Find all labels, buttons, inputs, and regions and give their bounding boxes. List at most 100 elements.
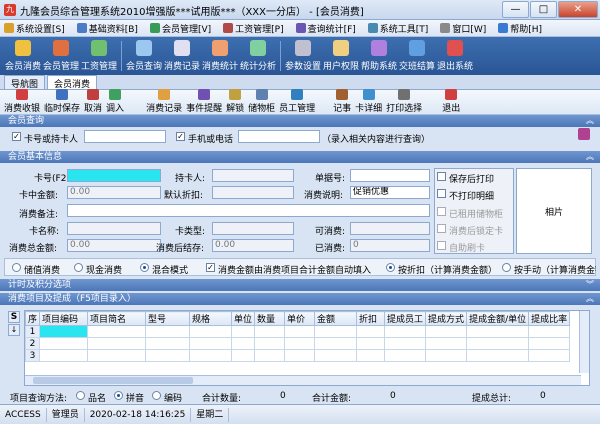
grid-column-header[interactable]: 规格 — [189, 311, 233, 326]
grid-cell[interactable] — [231, 325, 256, 338]
grid-cell[interactable] — [528, 349, 571, 362]
grid-cell[interactable] — [314, 325, 358, 338]
no-print-detail-checkbox[interactable] — [437, 189, 446, 198]
used-input[interactable]: 0 — [350, 239, 430, 252]
print-after-save-checkbox[interactable] — [437, 172, 446, 181]
close-button[interactable]: ✕ — [558, 1, 598, 18]
grid-column-header[interactable]: 型号 — [145, 311, 191, 326]
grid-cell[interactable] — [314, 337, 358, 350]
menu-item-3[interactable]: 工资管理[P] — [223, 22, 284, 35]
grid-cell[interactable] — [284, 325, 316, 338]
grid-cell[interactable] — [528, 337, 571, 350]
grid-cell[interactable] — [384, 349, 427, 362]
menu-item-4[interactable]: 查询统计[F] — [295, 22, 356, 35]
mixed-mode-radio[interactable] — [140, 263, 149, 272]
collapse-icon[interactable]: ︽ — [586, 115, 594, 127]
menu-item-5[interactable]: 系统工具[T] — [367, 22, 428, 35]
stored-value-radio[interactable] — [12, 263, 21, 272]
grid-cell[interactable] — [528, 325, 571, 338]
minimize-button[interactable]: — — [502, 1, 529, 18]
consume-tool-4[interactable]: 消费记录 — [146, 89, 182, 114]
grid-cell[interactable] — [425, 349, 468, 362]
grid-cell[interactable] — [145, 325, 191, 338]
tab-member-consume[interactable]: 会员消费 — [47, 75, 98, 90]
grid-cell[interactable] — [87, 325, 147, 338]
lock-card-checkbox[interactable] — [437, 224, 446, 233]
toolbar-button-10[interactable]: 交班结算 — [398, 37, 436, 75]
grid-column-header[interactable]: 数量 — [254, 311, 286, 326]
grid-column-header[interactable]: 项目编码 — [39, 311, 89, 326]
grid-cell[interactable] — [145, 349, 191, 362]
remark-input[interactable] — [67, 204, 430, 217]
consume-tool-6[interactable]: 解锁 — [226, 89, 244, 114]
grid-column-header[interactable]: 金额 — [314, 311, 358, 326]
items-grid[interactable]: 序项目编码 项目简名 型号 规格 单位 数量 单价 金额 折扣 提成员工 提成方式 提成金额/单位 提成… — [24, 310, 590, 386]
times-input[interactable] — [350, 222, 430, 235]
consume-tool-5[interactable]: 事件提醒 — [186, 89, 222, 114]
by-pinyin-radio[interactable] — [114, 391, 123, 400]
toolbar-button-5[interactable]: 消费统计 — [201, 37, 239, 75]
grid-cell[interactable] — [39, 325, 89, 338]
menu-item-1[interactable]: 基础资料[B] — [76, 22, 138, 35]
balance-input[interactable]: 0.00 — [67, 186, 161, 199]
table-row[interactable]: 3 — [25, 349, 571, 362]
grid-cell[interactable] — [314, 349, 358, 362]
grid-column-header[interactable]: 提成比率 — [528, 311, 571, 326]
grid-cell[interactable] — [284, 349, 316, 362]
grid-cell[interactable] — [254, 337, 286, 350]
grid-settings-icon[interactable]: S — [8, 311, 20, 323]
vertical-scrollbar[interactable] — [579, 311, 589, 373]
total-input[interactable]: 0.00 — [67, 239, 161, 252]
card-or-holder-checkbox[interactable]: ✓ — [12, 132, 21, 141]
grid-cell[interactable] — [87, 349, 147, 362]
grid-cell[interactable] — [254, 349, 286, 362]
basic-section-header[interactable]: 会员基本信息 ︽ — [0, 151, 600, 163]
by-name-radio[interactable] — [76, 391, 85, 400]
grid-column-header[interactable]: 单价 — [284, 311, 316, 326]
consume-tool-7[interactable]: 储物柜 — [248, 89, 275, 114]
collapse-icon[interactable]: ︽ — [586, 293, 594, 305]
bill-no-input[interactable] — [350, 169, 430, 182]
query-book-icon[interactable] — [578, 128, 590, 140]
holder-input[interactable] — [212, 169, 294, 182]
toolbar-button-4[interactable]: 消费记录 — [163, 37, 201, 75]
toolbar-button-9[interactable]: 帮助系统 — [360, 37, 398, 75]
grid-cell[interactable] — [425, 325, 468, 338]
toolbar-button-1[interactable]: 会员管理 — [42, 37, 80, 75]
grid-cell[interactable] — [284, 337, 316, 350]
menu-item-6[interactable]: 窗口[W] — [440, 22, 486, 35]
card-no-input[interactable] — [67, 169, 161, 182]
by-manual-radio[interactable] — [502, 263, 511, 272]
grid-cell[interactable] — [39, 337, 89, 350]
items-section-header[interactable]: 消费项目及提成（F5项目录入） ︽ — [0, 293, 600, 305]
grid-cell[interactable] — [425, 337, 468, 350]
toolbar-button-11[interactable]: 退出系统 — [436, 37, 474, 75]
card-name-input[interactable] — [67, 222, 161, 235]
consume-tool-3[interactable]: 调入 — [106, 89, 124, 114]
by-discount-radio[interactable] — [386, 263, 395, 272]
grid-cell[interactable] — [384, 337, 427, 350]
grid-cell[interactable] — [384, 325, 427, 338]
default-discount-input[interactable] — [212, 186, 294, 199]
consume-tool-0[interactable]: 消费收银 — [4, 89, 40, 114]
menu-item-7[interactable]: 帮助[H] — [498, 22, 542, 35]
consume-tool-10[interactable]: 卡详细 — [355, 89, 382, 114]
expand-icon[interactable]: ︾ — [586, 279, 594, 291]
grid-column-header[interactable]: 项目简名 — [87, 311, 147, 326]
phone-query-input[interactable] — [238, 130, 320, 143]
menu-item-0[interactable]: 系统设置[S] — [4, 22, 65, 35]
consume-tool-12[interactable]: 退出 — [442, 89, 460, 114]
grid-cell[interactable] — [466, 349, 530, 362]
card-type-input[interactable] — [212, 222, 294, 235]
auto-fill-checkbox[interactable]: ✓ — [206, 263, 215, 272]
grid-column-header[interactable]: 提成员工 — [384, 311, 427, 326]
consume-tool-8[interactable]: 员工管理 — [279, 89, 315, 114]
grid-cell[interactable] — [231, 349, 256, 362]
toolbar-button-6[interactable]: 统计分析 — [239, 37, 277, 75]
grid-cell[interactable] — [145, 337, 191, 350]
self-swipe-checkbox[interactable] — [437, 241, 446, 250]
grid-column-header[interactable]: 提成金额/单位 — [466, 311, 530, 326]
toolbar-button-7[interactable]: 参数设置 — [284, 37, 322, 75]
toolbar-button-0[interactable]: 会员消费 — [4, 37, 42, 75]
after-balance-input[interactable]: 0.00 — [212, 239, 294, 252]
